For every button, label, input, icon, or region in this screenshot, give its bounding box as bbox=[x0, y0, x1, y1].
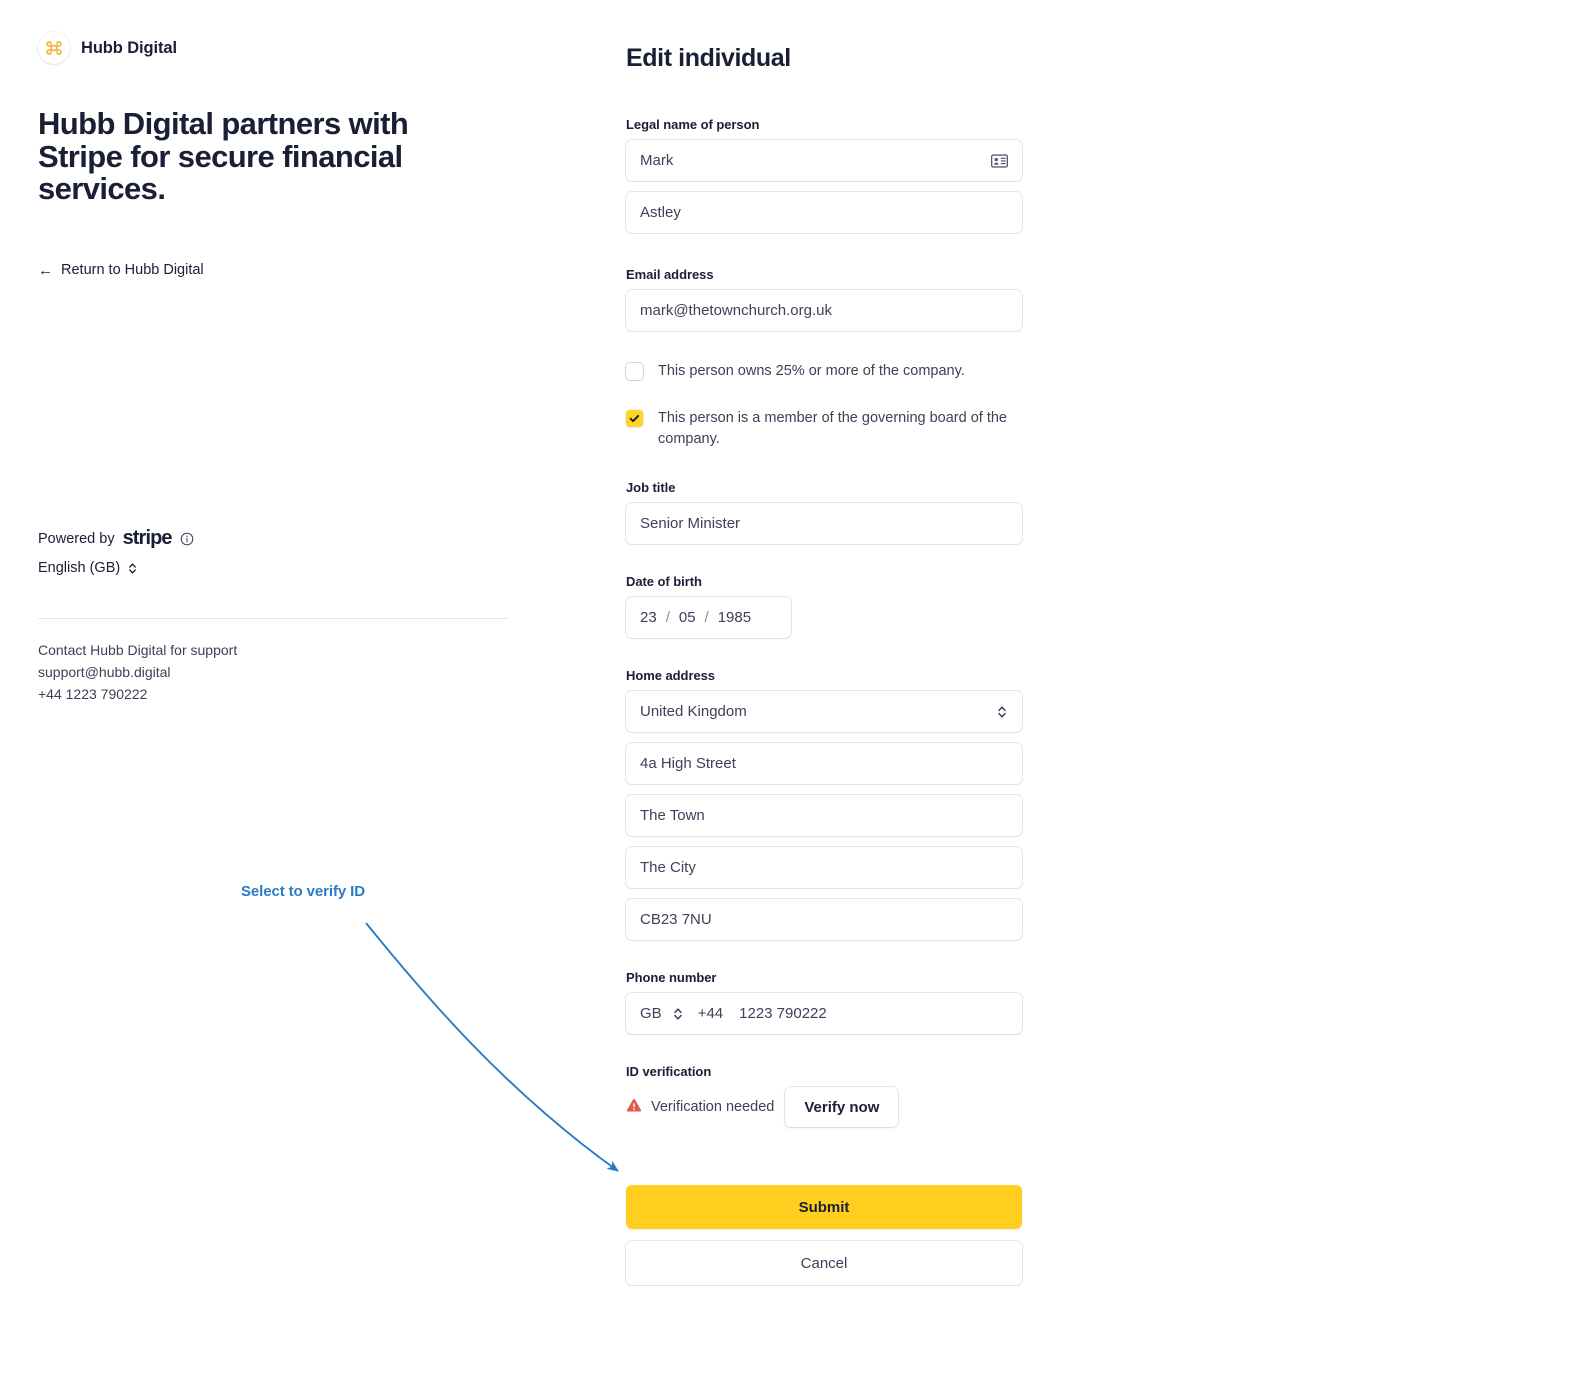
cancel-button[interactable]: Cancel bbox=[626, 1241, 1022, 1285]
form-actions: Submit Cancel bbox=[626, 1185, 1022, 1285]
email-label: Email address bbox=[626, 267, 714, 282]
footer-divider bbox=[38, 618, 508, 619]
brand-header: Hubb Digital bbox=[38, 28, 518, 68]
email-input[interactable]: mark@thetownchurch.org.uk bbox=[626, 290, 1022, 331]
hubb-knot-logo-icon bbox=[38, 32, 70, 64]
job-title-group: Job title Senior Minister bbox=[626, 480, 1022, 544]
address-line2-value: The Town bbox=[640, 807, 705, 824]
status-badge: Verification needed bbox=[626, 1098, 774, 1117]
email-value: mark@thetownchurch.org.uk bbox=[640, 302, 832, 319]
verify-now-button[interactable]: Verify now bbox=[785, 1087, 899, 1127]
brand-name: Hubb Digital bbox=[81, 38, 177, 57]
phone-country-code[interactable]: GB bbox=[640, 1005, 662, 1022]
id-verification-group: ID verification Verification needed Veri… bbox=[626, 1064, 1022, 1127]
address-line1-value: 4a High Street bbox=[640, 755, 736, 772]
checkbox-owns-25-percent[interactable]: This person owns 25% or more of the comp… bbox=[626, 361, 1022, 382]
page-title: Edit individual bbox=[626, 44, 791, 72]
phone-label: Phone number bbox=[626, 970, 717, 985]
phone-number-value: 1223 790222 bbox=[739, 1005, 827, 1022]
phone-dial-code: +44 bbox=[697, 1005, 724, 1022]
warning-triangle-icon bbox=[626, 1098, 642, 1117]
date-of-birth-label: Date of birth bbox=[626, 574, 702, 589]
arrow-left-icon: ← bbox=[38, 261, 53, 279]
edit-individual-form: Edit individual Legal name of person Mar… bbox=[626, 44, 1022, 1285]
left-panel: Hubb Digital Hubb Digital partners with … bbox=[38, 28, 518, 280]
dob-separator-2: / bbox=[704, 609, 709, 626]
first-name-value: Mark bbox=[640, 152, 674, 169]
date-of-birth-group: Date of birth 23 / 05 / 1985 bbox=[626, 574, 1022, 638]
phone-group: Phone number GB +44 1223 790222 bbox=[626, 970, 1022, 1034]
address-postcode-value: CB23 7NU bbox=[640, 911, 712, 928]
support-phone: +44 1223 790222 bbox=[38, 686, 148, 702]
address-line1-input[interactable]: 4a High Street bbox=[626, 743, 1022, 784]
checkbox-governing-board-label: This person is a member of the governing… bbox=[658, 410, 1007, 447]
job-title-input[interactable]: Senior Minister bbox=[626, 503, 1022, 544]
last-name-input[interactable]: Astley bbox=[626, 192, 1022, 233]
stripe-wordmark: stripe bbox=[122, 527, 173, 549]
contact-card-icon[interactable] bbox=[991, 153, 1008, 168]
support-heading: Contact Hubb Digital for support bbox=[38, 642, 238, 658]
language-label: English (GB) bbox=[38, 560, 121, 576]
checkbox-unchecked-icon[interactable] bbox=[626, 363, 643, 380]
email-group: Email address mark@thetownchurch.org.uk bbox=[626, 267, 1022, 331]
chevron-up-down-icon[interactable] bbox=[672, 1006, 684, 1022]
country-value: United Kingdom bbox=[640, 703, 747, 720]
first-name-input[interactable]: Mark bbox=[626, 140, 1022, 181]
dob-separator-1: / bbox=[665, 609, 670, 626]
date-of-birth-input[interactable]: 23 / 05 / 1985 bbox=[626, 597, 791, 638]
verification-status-text: Verification needed bbox=[651, 1099, 775, 1115]
annotation-label: Select to verify ID bbox=[241, 883, 365, 900]
phone-input[interactable]: GB +44 1223 790222 bbox=[626, 993, 1022, 1034]
home-address-group: Home address United Kingdom 4a High Stre… bbox=[626, 668, 1022, 940]
submit-button[interactable]: Submit bbox=[626, 1185, 1022, 1229]
home-address-label: Home address bbox=[626, 668, 715, 683]
support-block: Contact Hubb Digital for support support… bbox=[38, 639, 237, 705]
curved-arrow-icon bbox=[365, 922, 619, 1172]
job-title-value: Senior Minister bbox=[640, 515, 741, 532]
job-title-label: Job title bbox=[626, 480, 676, 495]
checkbox-governing-board[interactable]: This person is a member of the governing… bbox=[626, 408, 1022, 450]
ownership-checkbox-group: This person owns 25% or more of the comp… bbox=[626, 361, 1022, 450]
last-name-value: Astley bbox=[640, 204, 681, 221]
powered-by-stripe: Powered by stripe bbox=[38, 527, 194, 550]
address-line2-input[interactable]: The Town bbox=[626, 795, 1022, 836]
dob-month[interactable]: 05 bbox=[679, 609, 696, 626]
dob-year[interactable]: 1985 bbox=[718, 609, 751, 626]
id-verification-label: ID verification bbox=[626, 1064, 712, 1079]
legal-name-group: Legal name of person Mark Astley bbox=[626, 117, 1022, 233]
dob-day[interactable]: 23 bbox=[640, 609, 657, 626]
stripe-connect-onboarding-page: Hubb Digital Hubb Digital partners with … bbox=[0, 0, 1589, 1391]
chevron-up-down-icon bbox=[127, 561, 138, 576]
country-select[interactable]: United Kingdom bbox=[626, 691, 1022, 732]
return-link-label: Return to Hubb Digital bbox=[61, 262, 204, 279]
info-circle-icon[interactable] bbox=[180, 532, 194, 546]
legal-name-label: Legal name of person bbox=[626, 117, 760, 132]
return-to-merchant-link[interactable]: ← Return to Hubb Digital bbox=[38, 262, 204, 278]
address-postcode-input[interactable]: CB23 7NU bbox=[626, 899, 1022, 940]
address-city-value: The City bbox=[640, 859, 696, 876]
id-verification-row: Verification needed Verify now bbox=[626, 1087, 1022, 1127]
page-headline: Hubb Digital partners with Stripe for se… bbox=[38, 106, 409, 207]
chevron-up-down-icon bbox=[996, 704, 1008, 720]
support-email[interactable]: support@hubb.digital bbox=[38, 661, 237, 683]
checkbox-owns-25-percent-label: This person owns 25% or more of the comp… bbox=[658, 363, 965, 379]
address-city-input[interactable]: The City bbox=[626, 847, 1022, 888]
checkbox-checked-icon[interactable] bbox=[626, 410, 643, 427]
language-selector[interactable]: English (GB) bbox=[38, 560, 138, 576]
powered-by-label: Powered by bbox=[38, 530, 115, 547]
